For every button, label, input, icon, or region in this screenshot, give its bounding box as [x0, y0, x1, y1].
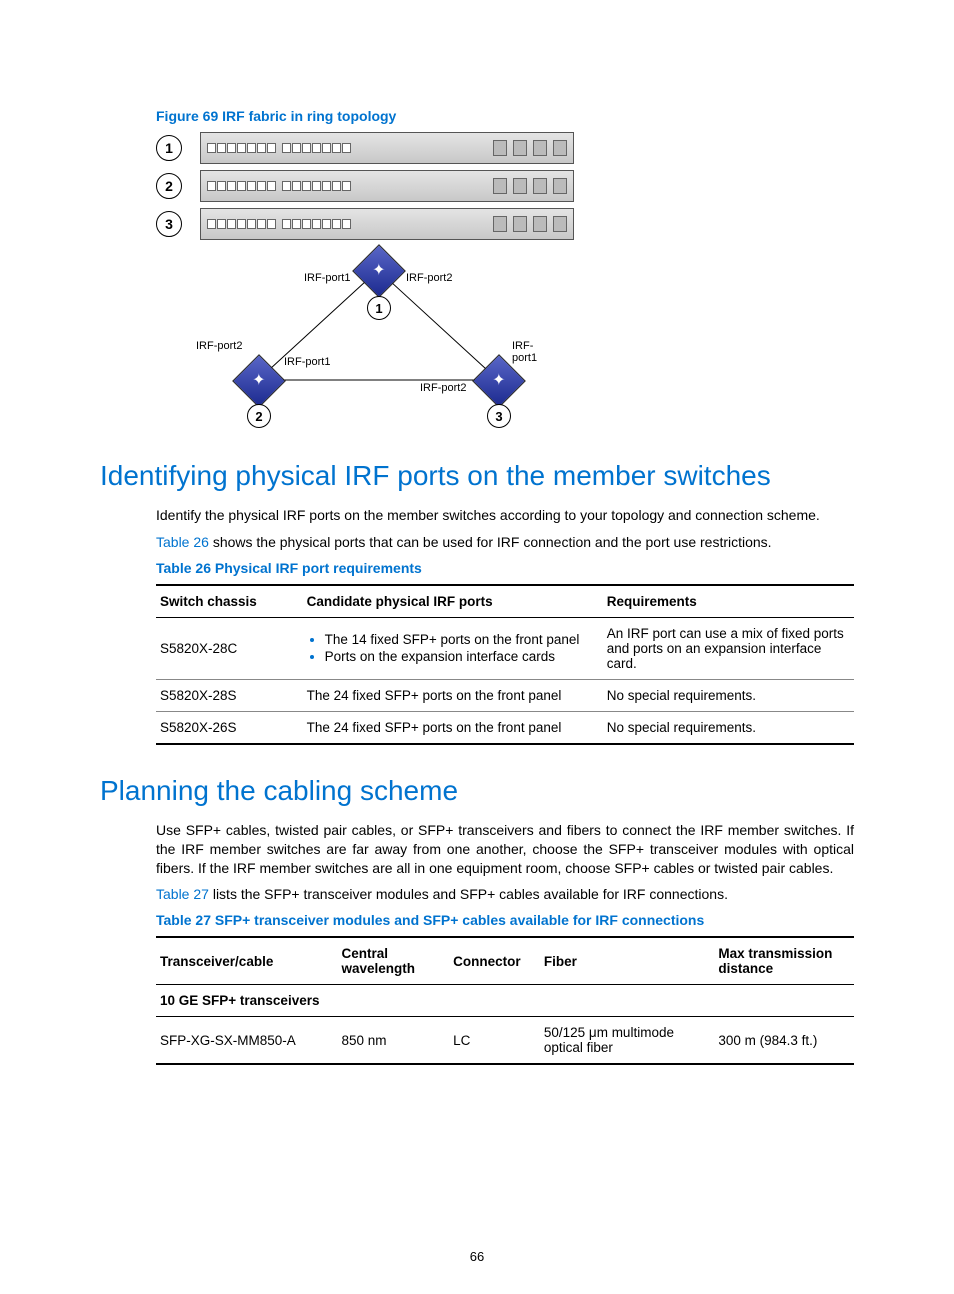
table-header: Requirements [603, 585, 854, 618]
table-27: Transceiver/cable Central wavelength Con… [156, 936, 854, 1065]
list-item: Ports on the expansion interface cards [325, 649, 593, 664]
table-cell: S5820X-28C [156, 617, 303, 679]
table-header: Central wavelength [337, 937, 449, 985]
table-header: Fiber [540, 937, 715, 985]
table-header: Switch chassis [156, 585, 303, 618]
table-cell: An IRF port can use a mix of fixed ports… [603, 617, 854, 679]
topology-node-2: ✦ [240, 362, 276, 398]
rack-row-3: 3 [156, 208, 854, 240]
body-paragraph: Table 27 lists the SFP+ transceiver modu… [156, 885, 854, 904]
edge-label: IRF-port1 [512, 340, 558, 364]
table-cell: LC [449, 1017, 540, 1065]
switch-unit [200, 132, 574, 164]
table-cell: 50/125 μm multimode optical fiber [540, 1017, 715, 1065]
edge-label: IRF-port2 [196, 340, 242, 352]
page-number: 66 [0, 1249, 954, 1264]
table-section-row: 10 GE SFP+ transceivers [156, 985, 854, 1017]
topology-node-1: ✦ [360, 252, 396, 288]
table-cell: 10 GE SFP+ transceivers [156, 985, 854, 1017]
table-header: Transceiver/cable [156, 937, 337, 985]
figure-caption: Figure 69 IRF fabric in ring topology [156, 108, 854, 124]
body-paragraph: Identify the physical IRF ports on the m… [156, 506, 854, 525]
edge-label: IRF-port1 [304, 272, 350, 284]
table-cell: S5820X-26S [156, 711, 303, 744]
body-text: lists the SFP+ transceiver modules and S… [209, 886, 728, 902]
table-cell: The 24 fixed SFP+ ports on the front pan… [303, 711, 603, 744]
body-text: shows the physical ports that can be use… [209, 534, 772, 550]
switch-unit [200, 170, 574, 202]
switch-unit [200, 208, 574, 240]
table-header: Max transmission distance [714, 937, 854, 985]
topology-node-label-3: 3 [487, 404, 511, 428]
body-paragraph: Table 26 shows the physical ports that c… [156, 533, 854, 552]
edge-label: IRF-port1 [284, 356, 330, 368]
table-cell: No special requirements. [603, 711, 854, 744]
body-paragraph: Use SFP+ cables, twisted pair cables, or… [156, 821, 854, 878]
rack-label-1: 1 [156, 135, 182, 161]
table-row: S5820X-28C The 14 fixed SFP+ ports on th… [156, 617, 854, 679]
table-cell: No special requirements. [603, 679, 854, 711]
table-cell: The 14 fixed SFP+ ports on the front pan… [303, 617, 603, 679]
edge-label: IRF-port2 [420, 382, 466, 394]
figure-69-diagram: 1 2 3 [156, 132, 854, 420]
table-26-caption: Table 26 Physical IRF port requirements [156, 560, 854, 576]
rack-label-3: 3 [156, 211, 182, 237]
table-header: Candidate physical IRF ports [303, 585, 603, 618]
table-row: SFP-XG-SX-MM850-A 850 nm LC 50/125 μm mu… [156, 1017, 854, 1065]
topology-node-3: ✦ [480, 362, 516, 398]
rack-row-1: 1 [156, 132, 854, 164]
table-27-link[interactable]: Table 27 [156, 886, 209, 902]
topology-triangle: ✦ 1 ✦ 2 ✦ 3 IRF-port1 IRF-port2 IRF-port… [198, 250, 558, 420]
table-cell: S5820X-28S [156, 679, 303, 711]
table-26: Switch chassis Candidate physical IRF po… [156, 584, 854, 745]
table-cell: SFP-XG-SX-MM850-A [156, 1017, 337, 1065]
table-row: S5820X-26S The 24 fixed SFP+ ports on th… [156, 711, 854, 744]
edge-label: IRF-port2 [406, 272, 452, 284]
table-row: S5820X-28S The 24 fixed SFP+ ports on th… [156, 679, 854, 711]
list-item: The 14 fixed SFP+ ports on the front pan… [325, 632, 593, 647]
topology-node-label-1: 1 [367, 296, 391, 320]
table-cell: The 24 fixed SFP+ ports on the front pan… [303, 679, 603, 711]
section-heading-cabling: Planning the cabling scheme [100, 775, 854, 807]
table-cell: 300 m (984.3 ft.) [714, 1017, 854, 1065]
table-cell: 850 nm [337, 1017, 449, 1065]
rack-row-2: 2 [156, 170, 854, 202]
rack-label-2: 2 [156, 173, 182, 199]
topology-node-label-2: 2 [247, 404, 271, 428]
table-27-caption: Table 27 SFP+ transceiver modules and SF… [156, 912, 854, 928]
table-26-link[interactable]: Table 26 [156, 534, 209, 550]
table-header: Connector [449, 937, 540, 985]
section-heading-identifying: Identifying physical IRF ports on the me… [100, 460, 854, 492]
